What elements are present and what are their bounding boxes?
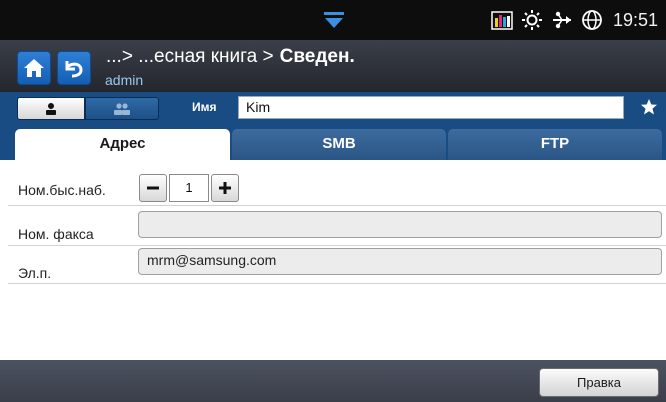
home-button[interactable] <box>17 51 51 85</box>
tab-bar: Адрес SMB FTP <box>0 124 666 160</box>
title-bar: ...> ...есная книга > Сведен. admin <box>0 40 666 92</box>
brightness-icon[interactable] <box>521 9 543 31</box>
network-icon[interactable] <box>551 9 573 31</box>
page-title: ...> ...есная книга > Сведен. <box>106 46 355 68</box>
name-label: Имя <box>192 100 217 114</box>
speed-dial-decrement-button[interactable] <box>139 174 167 202</box>
email-label: Эл.п. <box>18 265 52 281</box>
tab-smb[interactable]: SMB <box>232 129 446 160</box>
back-arrow-icon <box>65 61 83 78</box>
speed-dial-increment-button[interactable] <box>211 174 239 202</box>
speed-dial-row: Ном.быс.наб. <box>8 172 666 206</box>
globe-icon[interactable] <box>581 9 603 31</box>
fax-label: Ном. факса <box>18 226 94 242</box>
group-icon <box>114 102 130 115</box>
plus-icon <box>219 182 231 194</box>
minus-icon <box>147 186 159 190</box>
group-toggle[interactable] <box>85 97 159 120</box>
email-field[interactable]: mrm@samsung.com <box>138 248 662 275</box>
back-button[interactable] <box>57 51 91 85</box>
fax-number-field[interactable] <box>138 211 662 238</box>
speed-dial-value[interactable]: 1 <box>169 174 209 202</box>
person-icon <box>46 102 56 115</box>
current-page-title: Сведен. <box>279 46 355 67</box>
breadcrumb[interactable]: ...> ...есная книга > <box>106 46 274 67</box>
speed-dial-label: Ном.быс.наб. <box>18 182 106 198</box>
status-bar: 19:51 <box>0 0 666 40</box>
address-form: Ном.быс.наб. 1 Ном. факса Эл.п. mrm@sams… <box>0 160 666 360</box>
favorite-star-icon[interactable] <box>640 98 658 116</box>
name-row: Имя Kim <box>0 92 666 124</box>
home-icon <box>24 59 44 77</box>
individual-toggle[interactable] <box>17 97 85 120</box>
name-input[interactable]: Kim <box>238 96 624 119</box>
toner-levels-icon[interactable] <box>491 9 513 31</box>
status-clock: 19:51 <box>612 9 658 30</box>
pull-down-handle-icon[interactable] <box>322 10 346 30</box>
edit-button[interactable]: Правка <box>539 368 659 397</box>
tab-ftp[interactable]: FTP <box>448 129 662 160</box>
user-name: admin <box>105 72 144 88</box>
bottom-bar: Правка <box>0 360 666 402</box>
tab-address[interactable]: Адрес <box>15 129 230 160</box>
